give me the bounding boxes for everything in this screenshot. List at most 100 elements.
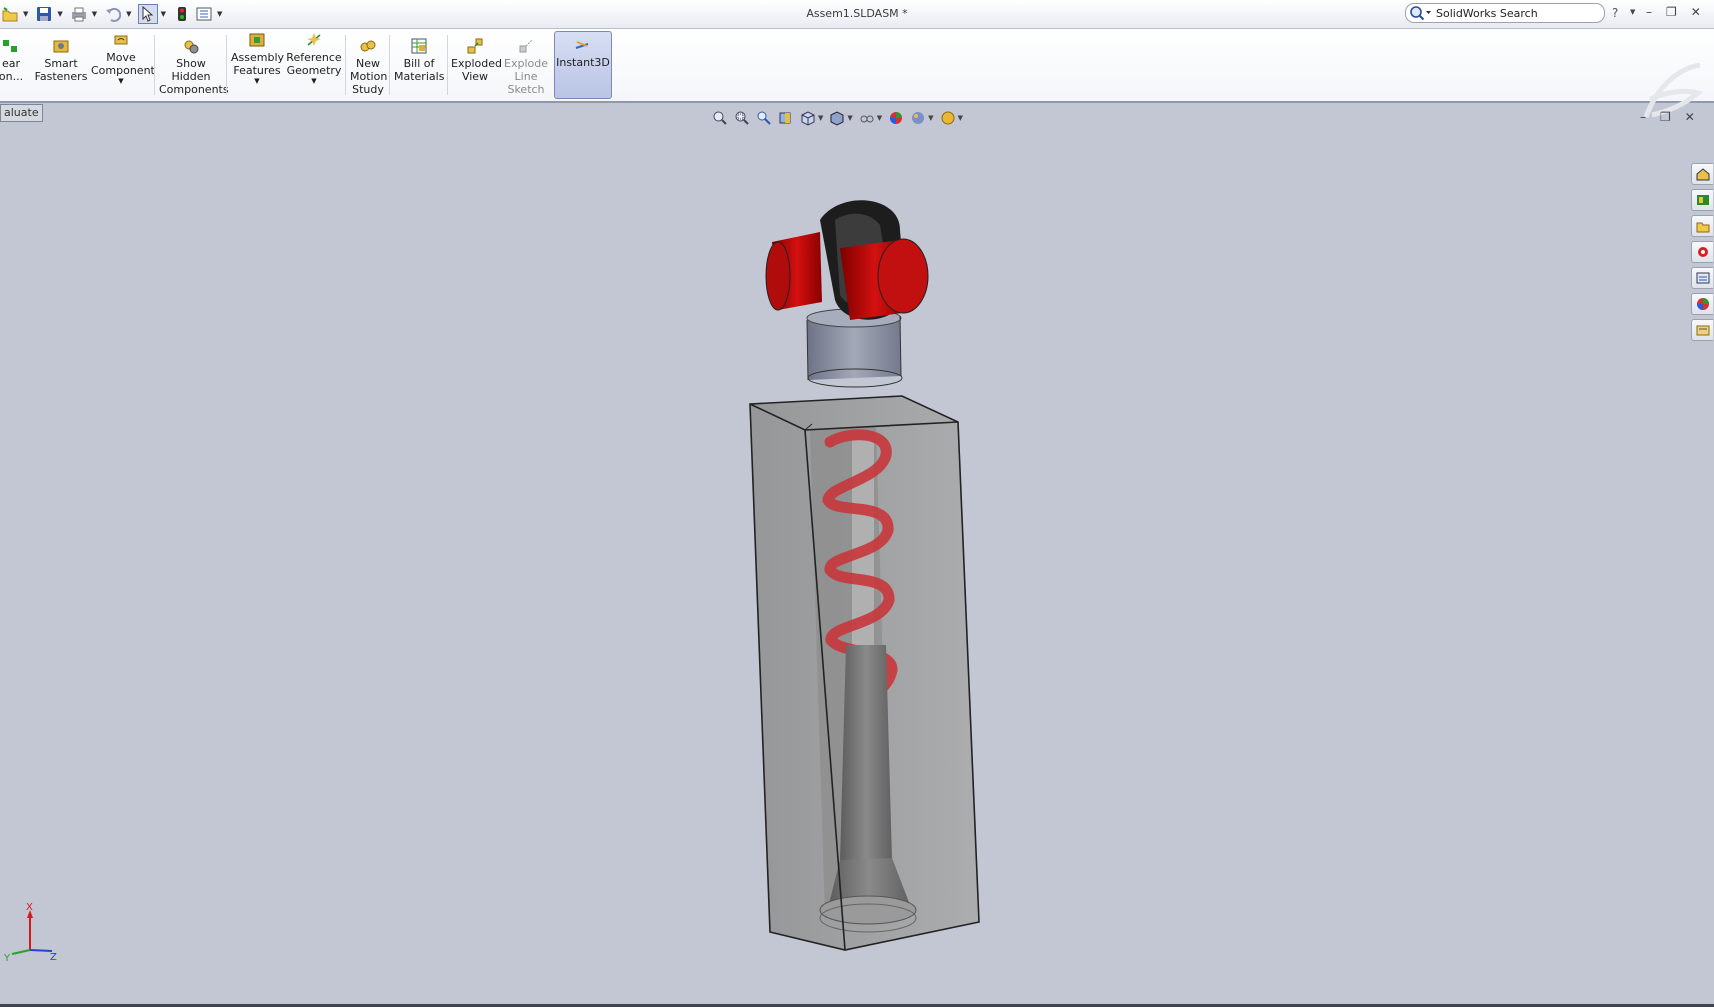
ribbon-label: Geometry <box>286 64 342 77</box>
linear-pattern-icon <box>3 40 17 52</box>
tab-evaluate[interactable]: aluate <box>0 104 43 122</box>
new-motion-study-button[interactable]: New Motion Study <box>350 33 388 96</box>
ribbon-label: Reference <box>286 51 342 64</box>
doc-minimize-icon[interactable]: – <box>1640 110 1646 124</box>
show-hidden-components-icon <box>184 40 199 54</box>
close-icon[interactable]: ✕ <box>1691 5 1701 19</box>
help-button[interactable]: ? <box>1612 6 1618 20</box>
ribbon-separator <box>226 35 227 95</box>
instant3d-button[interactable]: Instant3D <box>554 31 612 99</box>
view-orientation-icon[interactable] <box>800 110 816 126</box>
base-disc[interactable] <box>819 895 917 925</box>
reference-triad: X Y Z <box>3 902 57 962</box>
apply-scene-icon[interactable] <box>910 110 926 126</box>
ribbon-label: Move <box>106 51 136 64</box>
bill-of-materials-icon <box>411 38 427 54</box>
heads-up-view-toolbar: ▼ ▼ ▼ ▼ ▼ <box>712 109 963 127</box>
command-manager-ribbon: ear on... Smart Fasteners Move Component… <box>0 27 1714 118</box>
minimize-icon[interactable]: – <box>1646 5 1652 19</box>
hide-show-dropdown-icon[interactable]: ▼ <box>877 114 882 122</box>
ribbon-label: ear <box>1 57 21 70</box>
ribbon-separator <box>389 35 390 95</box>
ribbon-label: New <box>356 57 380 70</box>
view-settings-dropdown-icon[interactable]: ▼ <box>958 114 963 122</box>
plunger[interactable] <box>840 645 892 862</box>
linear-pattern-button[interactable]: ear on... <box>0 33 26 95</box>
ribbon-label: on... <box>0 70 24 83</box>
view-orientation-dropdown-icon[interactable]: ▼ <box>818 114 823 122</box>
appearances-icon[interactable] <box>1691 293 1713 315</box>
zoom-to-fit-icon[interactable] <box>712 110 728 126</box>
restore-icon[interactable]: ❐ <box>1666 5 1677 19</box>
previous-view-icon[interactable] <box>756 110 772 126</box>
resources-home-icon[interactable] <box>1691 163 1713 185</box>
ribbon-label: Materials <box>394 70 445 83</box>
triad-z-label: Z <box>50 952 57 962</box>
explode-line-sketch-icon <box>519 39 533 53</box>
triad-x-label: X <box>26 902 33 913</box>
ribbon-label: Component <box>91 64 155 77</box>
ribbon-label: Bill of <box>403 57 435 70</box>
search-input[interactable]: SolidWorks Search <box>1405 3 1605 23</box>
section-view-icon[interactable] <box>778 110 794 126</box>
assembly-features-dropdown-icon[interactable]: ▼ <box>231 77 283 86</box>
ribbon-label: Hidden <box>171 70 211 83</box>
ribbon-label: Components <box>159 83 229 96</box>
ribbon-label: Motion <box>350 70 388 83</box>
assembly-features-icon <box>249 33 265 47</box>
search-icon[interactable] <box>1409 5 1431 24</box>
zoom-area-icon[interactable] <box>734 110 750 126</box>
task-pane-tabs <box>1691 163 1714 341</box>
ribbon-label: Explode <box>504 57 548 70</box>
title-bar: ▼ ▼ ▼ ▼ ▼ ▼ Assem1.SLDASM * SolidWorks S… <box>0 0 1714 29</box>
document-window-controls: – ❐ ✕ <box>1640 110 1695 124</box>
hide-show-icon[interactable] <box>859 110 875 126</box>
ribbon-label: Assembly <box>231 51 285 64</box>
view-settings-icon[interactable] <box>940 110 956 126</box>
ribbon-separator <box>447 35 448 95</box>
instant3d-icon <box>575 41 589 49</box>
display-style-icon[interactable] <box>829 110 845 126</box>
exploded-view-icon <box>467 38 483 54</box>
design-library-icon[interactable] <box>1691 189 1713 211</box>
ribbon-label: Features <box>233 64 281 77</box>
move-component-button[interactable]: Move Component ▼ <box>91 27 155 89</box>
explode-line-sketch-button[interactable]: Explode Line Sketch <box>503 33 549 96</box>
ribbon-label: View <box>461 70 489 83</box>
file-explorer-icon[interactable] <box>1691 215 1713 237</box>
ribbon-separator <box>345 35 346 95</box>
reference-geometry-icon <box>307 33 321 46</box>
doc-close-icon[interactable]: ✕ <box>1685 110 1695 124</box>
search-3d-icon[interactable] <box>1691 241 1713 263</box>
move-component-icon <box>114 35 128 45</box>
view-palette-icon[interactable] <box>1691 267 1713 289</box>
assembly-model[interactable] <box>700 200 1020 960</box>
search-placeholder: SolidWorks Search <box>1436 7 1538 20</box>
assembly-features-button[interactable]: Assembly Features ▼ <box>231 27 285 89</box>
ribbon-label: Smart <box>44 57 78 70</box>
show-hidden-components-button[interactable]: Show Hidden Components <box>159 33 229 96</box>
exploded-view-button[interactable]: Exploded View <box>451 33 502 95</box>
new-motion-study-icon <box>360 40 376 52</box>
move-component-dropdown-icon[interactable]: ▼ <box>91 77 151 86</box>
reference-geometry-button[interactable]: Reference Geometry ▼ <box>286 27 342 89</box>
ribbon-label: Sketch <box>507 83 545 96</box>
window-controls: – ❐ ✕ <box>1646 5 1701 19</box>
reference-geometry-dropdown-icon[interactable]: ▼ <box>286 77 342 86</box>
ribbon-label: Instant3D <box>556 56 610 69</box>
custom-properties-icon[interactable] <box>1691 319 1713 341</box>
display-style-dropdown-icon[interactable]: ▼ <box>847 114 852 122</box>
help-dropdown-icon[interactable]: ▼ <box>1630 8 1635 16</box>
triad-y-label: Y <box>3 953 11 962</box>
bill-of-materials-button[interactable]: Bill of Materials <box>394 33 444 95</box>
apply-scene-dropdown-icon[interactable]: ▼ <box>928 114 933 122</box>
smart-fasteners-button[interactable]: Smart Fasteners <box>33 33 89 95</box>
edit-appearance-icon[interactable] <box>888 110 904 126</box>
ribbon-label: Exploded <box>451 57 502 70</box>
ribbon-label: Study <box>352 83 384 96</box>
smart-fasteners-icon <box>53 40 69 53</box>
ribbon-separator <box>154 35 155 95</box>
ribbon-label: Fasteners <box>34 70 88 83</box>
doc-restore-icon[interactable]: ❐ <box>1660 110 1671 124</box>
ribbon-label: Show <box>176 57 206 70</box>
